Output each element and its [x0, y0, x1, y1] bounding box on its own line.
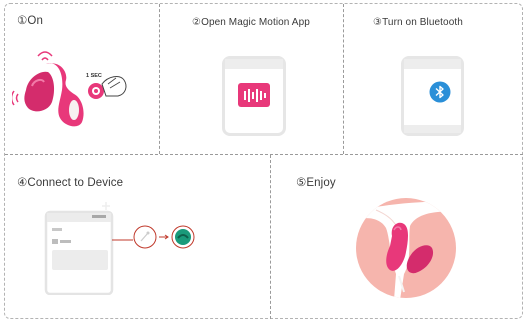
bluetooth-icon — [429, 81, 451, 103]
phone-status-bar — [404, 59, 461, 69]
instruction-card: ①On 1 SEC ②Open Magic Motion App ③Turn o… — [0, 0, 528, 323]
step-3-label: ③Turn on Bluetooth — [373, 17, 463, 28]
step-1-label: ①On — [17, 15, 43, 27]
step-4-label: ④Connect to Device — [17, 177, 124, 189]
row-divider — [5, 154, 523, 155]
toy-power-icon: 1 SEC — [12, 50, 142, 136]
enjoy-illustration — [350, 190, 462, 304]
phone-bottom-bar — [404, 125, 461, 133]
phone-illustration-2 — [222, 56, 286, 136]
hold-duration-text: 1 SEC — [86, 73, 102, 79]
column-divider-1 — [159, 4, 160, 154]
phone-status-bar — [225, 59, 283, 69]
connect-device-icon — [44, 200, 204, 295]
app-icon — [238, 83, 270, 107]
phone-illustration-3 — [401, 56, 464, 136]
column-divider-3 — [270, 155, 271, 319]
step-2-label: ②Open Magic Motion App — [192, 17, 310, 28]
column-divider-2 — [343, 4, 344, 154]
step-5-label: ⑤Enjoy — [296, 177, 336, 189]
